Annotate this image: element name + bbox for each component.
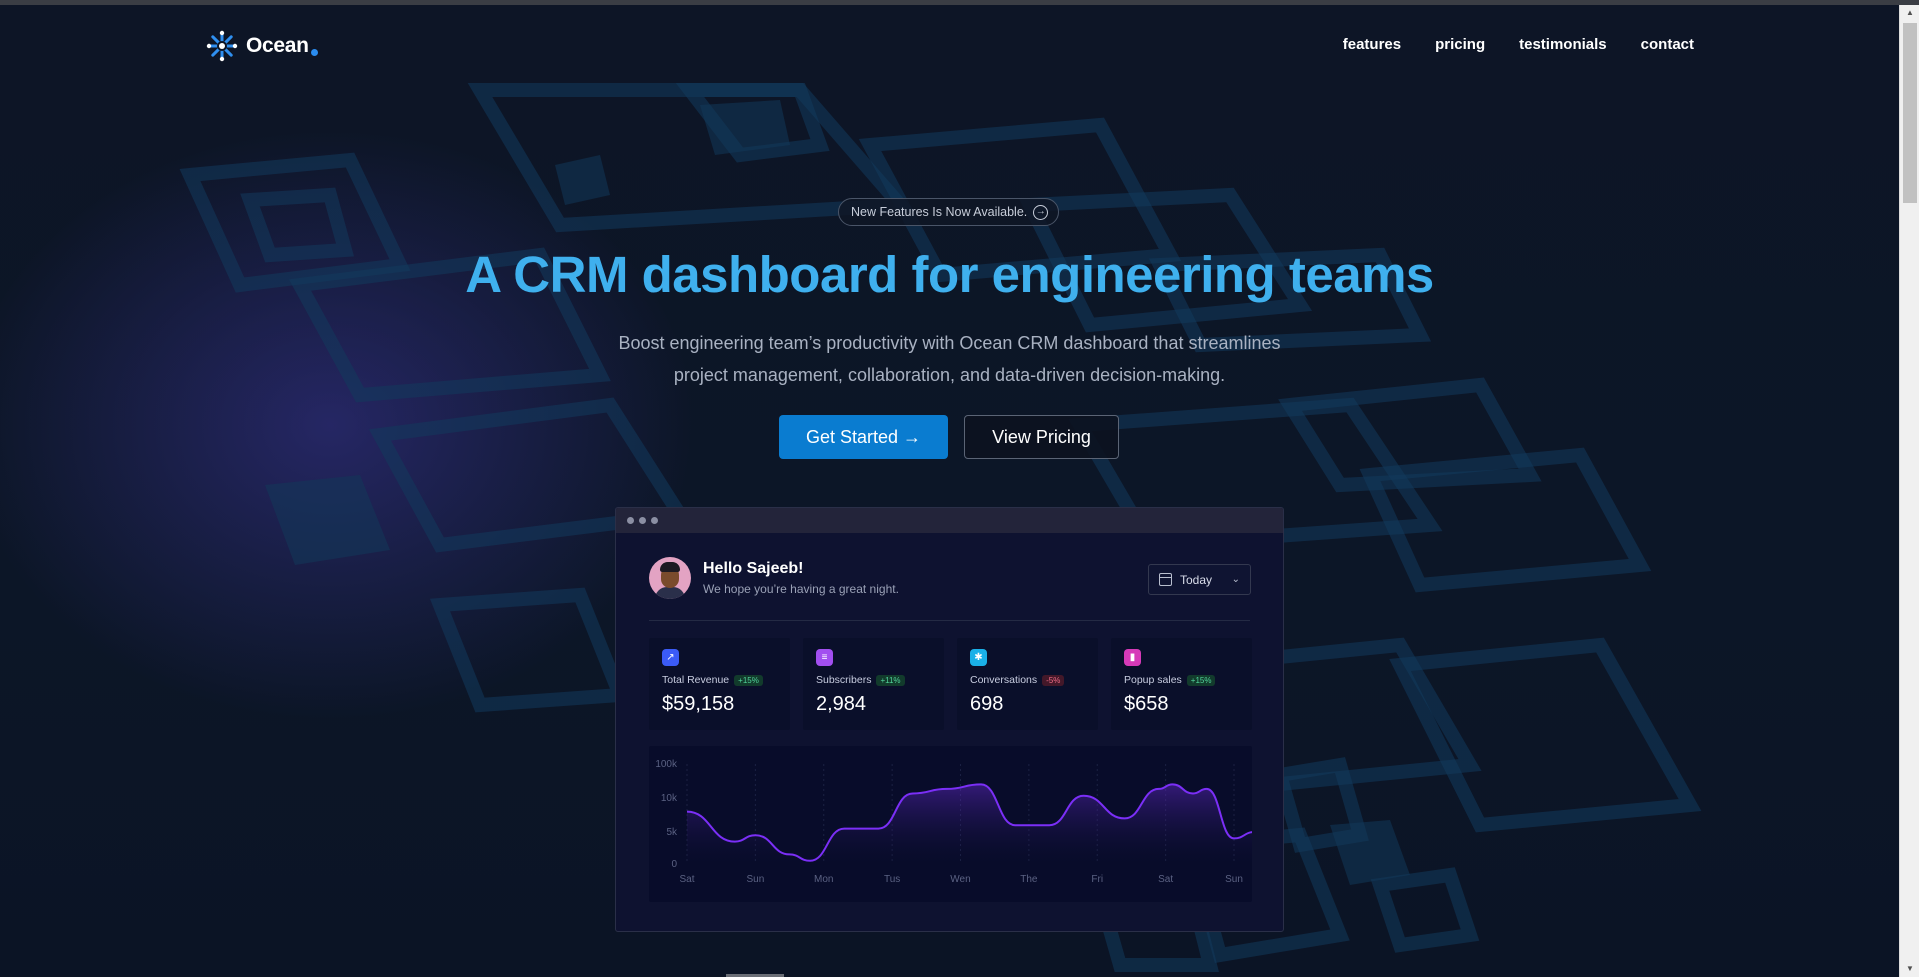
- date-filter-value: Today: [1180, 572, 1213, 587]
- document-icon: ≡: [816, 649, 833, 666]
- brand-name: Ocean: [246, 34, 309, 57]
- nav-link-contact[interactable]: contact: [1641, 36, 1694, 53]
- stat-change-badge: -5%: [1042, 674, 1065, 686]
- vertical-scrollbar[interactable]: ▲ ▼: [1899, 5, 1919, 977]
- scroll-up-arrow-icon[interactable]: ▲: [1900, 5, 1919, 21]
- stat-value: $658: [1124, 693, 1169, 715]
- hero-title: A CRM dashboard for engineering teams: [465, 246, 1434, 303]
- shield-icon: ✱: [970, 649, 987, 666]
- stat-value: 2,984: [816, 693, 867, 715]
- window-dot: [627, 517, 634, 524]
- hero-subtitle-line-1: Boost engineering team’s productivity wi…: [618, 333, 1281, 353]
- stat-label: Total Revenue: [662, 674, 730, 686]
- x-tick-label: Sun: [1225, 874, 1243, 885]
- stat-change-badge: +15%: [1186, 674, 1216, 686]
- x-tick-label: Sat: [679, 874, 694, 885]
- chart-trend-icon: ↗: [662, 649, 679, 666]
- x-tick-label: Fri: [1091, 874, 1103, 885]
- new-features-badge[interactable]: New Features Is Now Available. →: [838, 198, 1060, 226]
- x-tick-label: Wen: [950, 874, 970, 885]
- get-started-button[interactable]: Get Started →: [779, 415, 948, 459]
- greeting-subtitle: We hope you’re having a great night.: [703, 582, 899, 596]
- revenue-chart: Sat Sun Mon Tus Wen The Fri Sat Sun 0 5k 10k 100k: [649, 746, 1252, 902]
- scroll-thumb[interactable]: [1903, 23, 1917, 203]
- page: Ocean features pricing testimonials cont…: [0, 5, 1899, 975]
- ocean-logo-icon: [206, 30, 238, 62]
- chevron-down-icon: ⌄: [1231, 574, 1240, 585]
- badge-text: New Features Is Now Available.: [851, 205, 1028, 219]
- stat-card-total-revenue[interactable]: ↗ Total Revenue +15% $59,158: [649, 638, 790, 730]
- stat-change-badge: +11%: [876, 674, 905, 686]
- x-tick-label: The: [1020, 874, 1038, 885]
- avatar[interactable]: [649, 557, 691, 599]
- stat-label: Popup sales: [1124, 674, 1182, 686]
- date-filter-dropdown[interactable]: Today ⌄: [1148, 564, 1251, 595]
- window-dot: [651, 517, 658, 524]
- stat-value: $59,158: [662, 693, 735, 715]
- chart-svg: Sat Sun Mon Tus Wen The Fri Sat Sun 0 5k 10k 100k: [655, 759, 1252, 885]
- hero-subtitle: Boost engineering team’s productivity wi…: [560, 327, 1339, 391]
- stats-row: ↗ Total Revenue +15% $59,158 ≡ Subscriber…: [649, 638, 1252, 730]
- stat-card-popup-sales[interactable]: ▮ Popup sales +15% $658: [1111, 638, 1252, 730]
- hero-subtitle-line-2: project management, collaboration, and d…: [673, 365, 1226, 385]
- scroll-down-arrow-icon[interactable]: ▼: [1900, 961, 1919, 977]
- y-tick-label: 5k: [666, 827, 678, 838]
- divider: [649, 620, 1250, 621]
- greeting-block: Hello Sajeeb! We hope you’re having a gr…: [649, 557, 899, 599]
- dashboard-preview: Hello Sajeeb! We hope you’re having a gr…: [615, 507, 1284, 932]
- calendar-icon: [1159, 573, 1172, 586]
- view-pricing-button[interactable]: View Pricing: [964, 415, 1119, 459]
- y-tick-label: 100k: [655, 759, 678, 770]
- x-tick-label: Sat: [1158, 874, 1173, 885]
- stat-card-conversations[interactable]: ✱ Conversations -5% 698: [957, 638, 1098, 730]
- x-tick-label: Tus: [884, 874, 900, 885]
- nav-link-pricing[interactable]: pricing: [1435, 36, 1485, 53]
- stat-change-badge: +15%: [734, 674, 763, 686]
- x-tick-label: Sun: [746, 874, 764, 885]
- nav-link-testimonials[interactable]: testimonials: [1519, 36, 1607, 53]
- nav-link-features[interactable]: features: [1343, 36, 1401, 53]
- bar-chart-icon: ▮: [1124, 649, 1141, 666]
- arrow-circle-right-icon: →: [1033, 204, 1049, 220]
- window-titlebar: [616, 508, 1283, 533]
- stat-label: Conversations: [970, 674, 1038, 686]
- brand-logo[interactable]: Ocean: [206, 30, 318, 62]
- brand-dot: [310, 48, 318, 56]
- window-dot: [639, 517, 646, 524]
- greeting-title: Hello Sajeeb!: [703, 560, 804, 577]
- y-tick-label: 10k: [661, 793, 678, 804]
- stat-label: Subscribers: [816, 674, 872, 686]
- stat-value: 698: [970, 693, 1004, 715]
- x-tick-label: Mon: [814, 874, 833, 885]
- stat-card-subscribers[interactable]: ≡ Subscribers +11% 2,984: [803, 638, 944, 730]
- y-tick-label: 0: [671, 859, 677, 870]
- chart-area: [687, 784, 1252, 864]
- main-nav: features pricing testimonials contact: [1343, 36, 1694, 53]
